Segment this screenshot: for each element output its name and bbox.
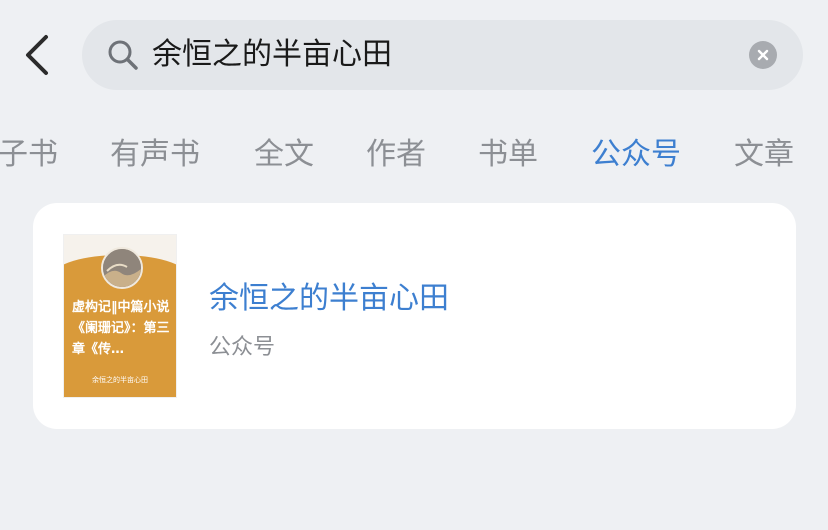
tab-fulltext[interactable]: 全文: [254, 130, 314, 180]
tab-article[interactable]: 文章: [734, 130, 794, 180]
search-input[interactable]: [152, 20, 732, 90]
tab-official-account[interactable]: 公众号: [591, 130, 681, 180]
search-category-tabs: 子书 有声书 全文 作者 书单 公众号 文章: [0, 130, 828, 180]
clear-icon[interactable]: [749, 41, 777, 69]
back-icon: [26, 35, 48, 75]
tab-booklist[interactable]: 书单: [478, 130, 538, 180]
tab-ebook[interactable]: 子书: [0, 130, 58, 180]
result-type-label: 公众号: [209, 335, 276, 360]
tab-author[interactable]: 作者: [366, 130, 426, 180]
result-card[interactable]: 虚构记‖中篇小说《阑珊记》：第三章《传… 余恒之的半亩心田 余恒之的半亩心田 公…: [33, 203, 796, 429]
result-title[interactable]: 余恒之的半亩心田: [209, 273, 449, 317]
account-cover: 虚构记‖中篇小说《阑珊记》：第三章《传… 余恒之的半亩心田: [64, 235, 176, 397]
cover-footer: 余恒之的半亩心田: [92, 376, 148, 384]
search-bar[interactable]: [82, 20, 803, 90]
back-button[interactable]: [20, 33, 54, 77]
cover-title: 虚构记‖中篇小说《阑珊记》：第三章《传…: [72, 300, 170, 357]
search-icon: [108, 40, 138, 70]
avatar: [101, 247, 143, 289]
tab-audiobook[interactable]: 有声书: [110, 130, 200, 180]
